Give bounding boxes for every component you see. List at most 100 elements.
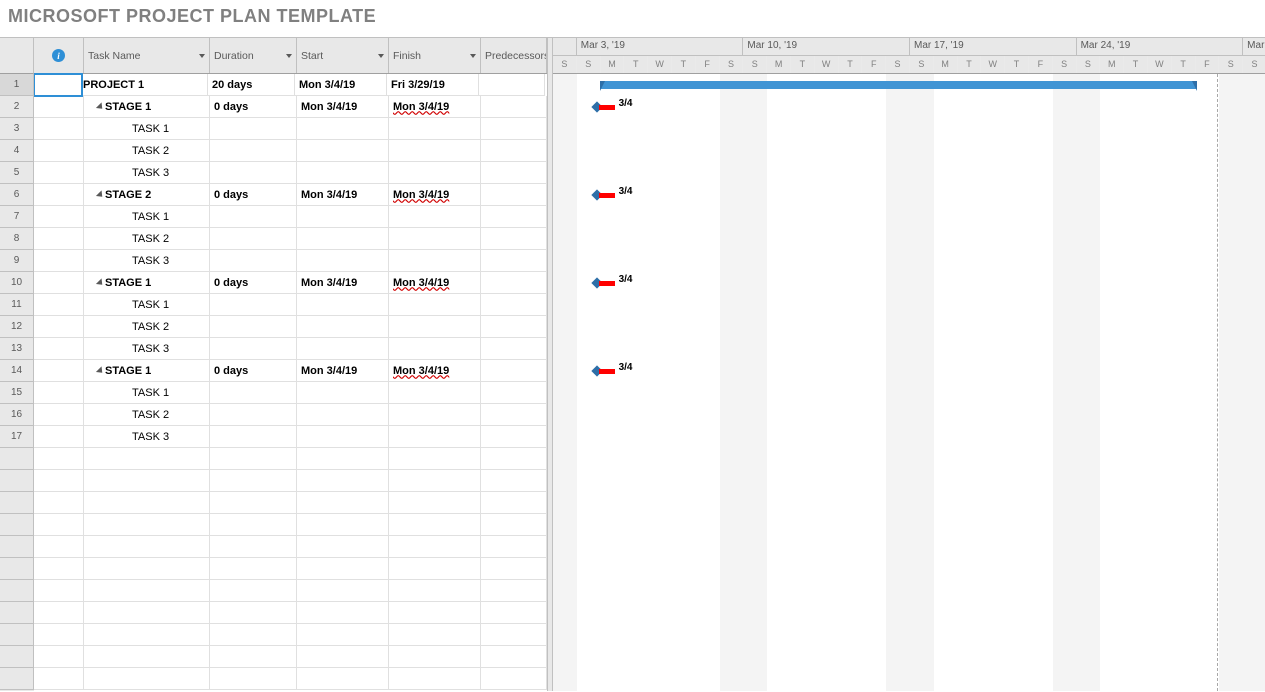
row-header-corner[interactable] [0,38,34,74]
cell-duration[interactable] [210,404,297,426]
cell-predecessors[interactable] [481,140,547,162]
row-number-cell[interactable]: 12 [0,316,34,338]
dropdown-arrow-icon[interactable] [470,54,476,58]
cell-empty[interactable] [210,558,297,580]
cell-empty[interactable] [481,448,547,470]
cell-duration[interactable]: 0 days [210,96,297,118]
row-number-cell[interactable] [0,448,34,470]
cell-empty[interactable] [210,470,297,492]
cell-info[interactable] [34,338,84,360]
cell-empty[interactable] [34,558,84,580]
column-header-info[interactable]: i [34,38,84,73]
column-header-start[interactable]: Start [297,38,389,73]
cell-empty[interactable] [481,514,547,536]
row-number-cell[interactable] [0,470,34,492]
cell-empty[interactable] [297,668,389,690]
cell-duration[interactable] [210,382,297,404]
cell-finish[interactable] [389,404,481,426]
cell-empty[interactable] [389,668,481,690]
cell-predecessors[interactable] [481,118,547,140]
outline-toggle-icon[interactable] [96,278,105,287]
cell-empty[interactable] [34,514,84,536]
cell-empty[interactable] [297,558,389,580]
outline-toggle-icon[interactable] [96,190,105,199]
row-number-cell[interactable]: 11 [0,294,34,316]
cell-taskname[interactable]: TASK 1 [84,294,210,316]
cell-empty[interactable] [297,492,389,514]
cell-finish[interactable] [389,338,481,360]
cell-info[interactable] [34,140,84,162]
row-number-cell[interactable] [0,536,34,558]
cell-empty[interactable] [84,580,210,602]
cell-empty[interactable] [84,514,210,536]
cell-predecessors[interactable] [481,162,547,184]
cell-empty[interactable] [84,470,210,492]
cell-empty[interactable] [481,536,547,558]
cell-empty[interactable] [297,624,389,646]
cell-empty[interactable] [210,624,297,646]
row-number-cell[interactable]: 8 [0,228,34,250]
column-header-taskname[interactable]: Task Name [84,38,210,73]
cell-empty[interactable] [389,514,481,536]
cell-empty[interactable] [389,646,481,668]
cell-duration[interactable]: 0 days [210,272,297,294]
cell-duration[interactable] [210,206,297,228]
cell-taskname[interactable]: TASK 2 [84,140,210,162]
row-number-cell[interactable]: 1 [0,74,34,96]
cell-duration[interactable] [210,316,297,338]
cell-empty[interactable] [84,668,210,690]
row-number-cell[interactable]: 3 [0,118,34,140]
cell-empty[interactable] [34,624,84,646]
cell-info[interactable] [34,294,84,316]
cell-start[interactable] [297,250,389,272]
cell-empty[interactable] [481,580,547,602]
cell-finish[interactable] [389,316,481,338]
cell-finish[interactable]: Mon 3/4/19 [389,360,481,382]
row-number-cell[interactable]: 10 [0,272,34,294]
cell-empty[interactable] [34,470,84,492]
cell-empty[interactable] [481,646,547,668]
cell-info[interactable] [34,228,84,250]
cell-predecessors[interactable] [481,338,547,360]
cell-start[interactable] [297,206,389,228]
cell-empty[interactable] [389,536,481,558]
dropdown-arrow-icon[interactable] [378,54,384,58]
cell-taskname[interactable]: TASK 3 [84,338,210,360]
row-number-cell[interactable] [0,602,34,624]
cell-finish[interactable] [389,382,481,404]
cell-finish[interactable] [389,118,481,140]
cell-duration[interactable] [210,140,297,162]
cell-empty[interactable] [481,668,547,690]
gantt-summary-bar[interactable] [601,81,1196,89]
cell-empty[interactable] [389,624,481,646]
cell-duration[interactable] [210,118,297,140]
cell-finish[interactable] [389,140,481,162]
outline-toggle-icon[interactable] [96,366,105,375]
cell-finish[interactable] [389,162,481,184]
cell-empty[interactable] [389,602,481,624]
cell-duration[interactable]: 20 days [208,74,295,96]
cell-start[interactable]: Mon 3/4/19 [297,272,389,294]
cell-info[interactable] [34,184,84,206]
cell-finish[interactable] [389,426,481,448]
cell-empty[interactable] [34,602,84,624]
cell-empty[interactable] [84,492,210,514]
cell-empty[interactable] [481,470,547,492]
cell-info[interactable] [34,404,84,426]
cell-finish[interactable] [389,228,481,250]
cell-empty[interactable] [481,492,547,514]
cell-predecessors[interactable] [481,382,547,404]
row-number-cell[interactable] [0,514,34,536]
cell-start[interactable]: Mon 3/4/19 [297,96,389,118]
cell-predecessors[interactable] [481,250,547,272]
cell-empty[interactable] [210,514,297,536]
cell-predecessors[interactable] [481,316,547,338]
cell-empty[interactable] [34,668,84,690]
cell-empty[interactable] [297,646,389,668]
cell-taskname[interactable]: TASK 3 [84,162,210,184]
row-number-cell[interactable]: 17 [0,426,34,448]
cell-start[interactable] [297,404,389,426]
cell-finish[interactable] [389,206,481,228]
cell-duration[interactable]: 0 days [210,184,297,206]
cell-empty[interactable] [210,668,297,690]
